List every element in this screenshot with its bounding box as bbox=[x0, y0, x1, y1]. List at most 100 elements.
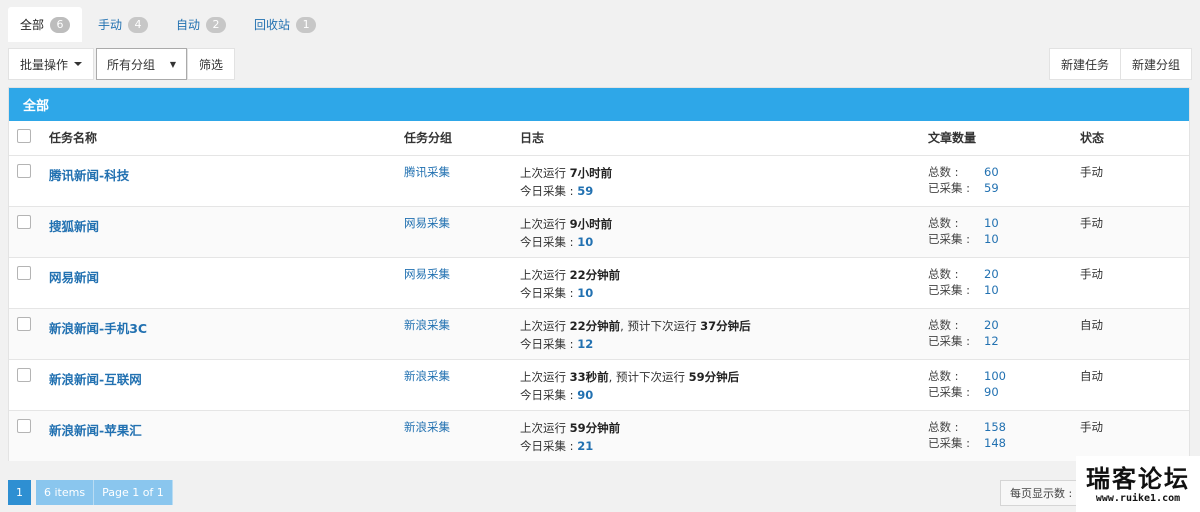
toolbar: 批量操作 所有分组 ▼ 筛选 bbox=[8, 48, 236, 80]
count-badge: 6 bbox=[50, 16, 71, 33]
tab-label: 回收站 bbox=[254, 18, 291, 32]
tab-manual[interactable]: 手动 4 bbox=[86, 7, 160, 42]
row-checkbox[interactable] bbox=[17, 163, 31, 178]
log-cell: 上次运行 59分钟前 今日采集 : 21 bbox=[520, 410, 928, 461]
log-cell: 上次运行 33秒前, 预计下次运行 59分钟后 今日采集 : 90 bbox=[520, 359, 928, 411]
count-cell: 总数 : 100 已采集 : 90 bbox=[928, 359, 1080, 411]
col-header-count: 文章数量 bbox=[928, 121, 1080, 156]
last-run-label: 上次运行 bbox=[520, 165, 566, 180]
tab-trash[interactable]: 回收站 1 bbox=[242, 7, 328, 42]
new-group-button[interactable]: 新建分组 bbox=[1120, 48, 1192, 80]
tab-auto[interactable]: 自动 2 bbox=[164, 7, 238, 42]
task-group-link[interactable]: 腾讯采集 bbox=[404, 165, 450, 179]
row-checkbox[interactable] bbox=[17, 214, 31, 229]
task-group-link[interactable]: 新浪采集 bbox=[404, 318, 450, 332]
chevron-down-icon: ▼ bbox=[169, 59, 177, 69]
collected-value: 148 bbox=[984, 435, 1006, 450]
row-checkbox[interactable] bbox=[17, 265, 31, 280]
total-value: 10 bbox=[984, 215, 999, 230]
total-value: 158 bbox=[984, 419, 1006, 434]
count-badge: 4 bbox=[128, 16, 149, 33]
row-select-cell bbox=[9, 257, 49, 309]
today-value: 10 bbox=[577, 234, 594, 249]
log-cell: 上次运行 9小时前 今日采集 : 10 bbox=[520, 206, 928, 258]
col-header-group: 任务分组 bbox=[404, 121, 520, 156]
row-checkbox[interactable] bbox=[17, 316, 31, 331]
caret-down-icon bbox=[74, 62, 83, 66]
row-select-cell bbox=[9, 410, 49, 461]
pagination: 1 6 items Page 1 of 1 bbox=[8, 480, 173, 505]
status-cell: 手动 bbox=[1080, 206, 1189, 258]
per-page-select[interactable]: 每页显示数 : bbox=[1000, 480, 1080, 506]
log-cell: 上次运行 22分钟前, 预计下次运行 37分钟后 今日采集 : 12 bbox=[520, 308, 928, 360]
tab-all[interactable]: 全部 6 bbox=[8, 7, 83, 42]
collected-label: 已采集 : bbox=[928, 384, 971, 399]
next-run-label: , 预计下次运行 bbox=[608, 369, 685, 384]
panel-title: 全部 bbox=[9, 88, 1189, 121]
task-group-cell: 网易采集 bbox=[404, 257, 520, 309]
bulk-actions-button[interactable]: 批量操作 bbox=[8, 48, 95, 80]
group-select-value: 所有分组 bbox=[107, 57, 156, 72]
status-tabs: 全部 6 手动 4 自动 2 回收站 1 bbox=[8, 7, 332, 42]
task-name-cell: 搜狐新闻 bbox=[49, 206, 404, 258]
task-name-cell: 新浪新闻-手机3C bbox=[49, 308, 404, 360]
last-run-line: 上次运行 22分钟前 bbox=[520, 266, 928, 284]
collected-value: 10 bbox=[984, 231, 999, 246]
per-page-label: 每页显示数 : bbox=[1010, 487, 1073, 500]
total-line: 总数 : 10 bbox=[928, 215, 1080, 231]
total-label: 总数 : bbox=[928, 368, 959, 383]
task-name-link[interactable]: 新浪新闻-苹果汇 bbox=[49, 423, 142, 438]
col-header-name: 任务名称 bbox=[49, 121, 404, 156]
count-badge: 2 bbox=[206, 16, 227, 33]
task-group-link[interactable]: 网易采集 bbox=[404, 267, 450, 281]
last-run-value: 22分钟前 bbox=[569, 267, 621, 282]
today-value: 59 bbox=[577, 183, 594, 198]
watermark-logo: 瑞客论坛 www.ruike1.com bbox=[1076, 456, 1200, 512]
total-value: 100 bbox=[984, 368, 1006, 383]
last-run-label: 上次运行 bbox=[520, 420, 566, 435]
table-row: 新浪新闻-手机3C 新浪采集 上次运行 22分钟前, 预计下次运行 37分钟后 今日采… bbox=[9, 308, 1189, 360]
today-label: 今日采集 : bbox=[520, 336, 574, 351]
col-header-log: 日志 bbox=[520, 121, 928, 156]
row-checkbox[interactable] bbox=[17, 418, 31, 433]
next-run-label: , 预计下次运行 bbox=[620, 318, 697, 333]
table-row: 新浪新闻-苹果汇 新浪采集 上次运行 59分钟前 今日采集 : 21 总数 :158 已采… bbox=[9, 410, 1189, 461]
page-1-button[interactable]: 1 bbox=[8, 480, 31, 505]
row-select-cell bbox=[9, 206, 49, 258]
watermark-url: www.ruike1.com bbox=[1095, 492, 1181, 504]
today-line: 今日采集 : 59 bbox=[520, 182, 928, 200]
new-task-button[interactable]: 新建任务 bbox=[1048, 48, 1121, 80]
tab-label: 手动 bbox=[98, 18, 123, 32]
total-line: 总数 : 60 bbox=[928, 164, 1080, 180]
status-cell: 手动 bbox=[1080, 155, 1189, 207]
row-checkbox[interactable] bbox=[17, 367, 31, 382]
today-label: 今日采集 : bbox=[520, 234, 574, 249]
filter-button[interactable]: 筛选 bbox=[187, 48, 236, 80]
today-line: 今日采集 : 21 bbox=[520, 437, 928, 455]
task-group-link[interactable]: 网易采集 bbox=[404, 216, 450, 230]
count-cell: 总数 : 20 已采集 : 12 bbox=[928, 308, 1080, 360]
group-select[interactable]: 所有分组 ▼ bbox=[96, 48, 188, 80]
last-run-line: 上次运行 7小时前 bbox=[520, 164, 928, 182]
count-cell: 总数 : 20 已采集 : 10 bbox=[928, 257, 1080, 309]
toolbar-actions: 新建任务 新建分组 bbox=[1048, 48, 1192, 80]
select-all-checkbox[interactable] bbox=[17, 129, 31, 144]
task-name-link[interactable]: 搜狐新闻 bbox=[49, 219, 99, 234]
log-cell: 上次运行 22分钟前 今日采集 : 10 bbox=[520, 257, 928, 309]
task-name-link[interactable]: 新浪新闻-手机3C bbox=[49, 321, 147, 336]
next-run-value: 37分钟后 bbox=[700, 318, 751, 333]
status-cell: 手动 bbox=[1080, 410, 1189, 461]
task-group-link[interactable]: 新浪采集 bbox=[404, 369, 450, 383]
task-group-link[interactable]: 新浪采集 bbox=[404, 420, 450, 434]
task-name-link[interactable]: 腾讯新闻-科技 bbox=[49, 168, 129, 183]
today-label: 今日采集 : bbox=[520, 387, 574, 402]
task-name-link[interactable]: 新浪新闻-互联网 bbox=[49, 372, 142, 387]
collected-value: 90 bbox=[984, 384, 999, 399]
row-select-cell bbox=[9, 155, 49, 207]
last-run-label: 上次运行 bbox=[520, 318, 566, 333]
status-cell: 自动 bbox=[1080, 308, 1189, 360]
today-value: 12 bbox=[577, 336, 594, 351]
task-name-link[interactable]: 网易新闻 bbox=[49, 270, 99, 285]
items-count: 6 items bbox=[36, 480, 95, 505]
total-value: 20 bbox=[984, 266, 999, 281]
